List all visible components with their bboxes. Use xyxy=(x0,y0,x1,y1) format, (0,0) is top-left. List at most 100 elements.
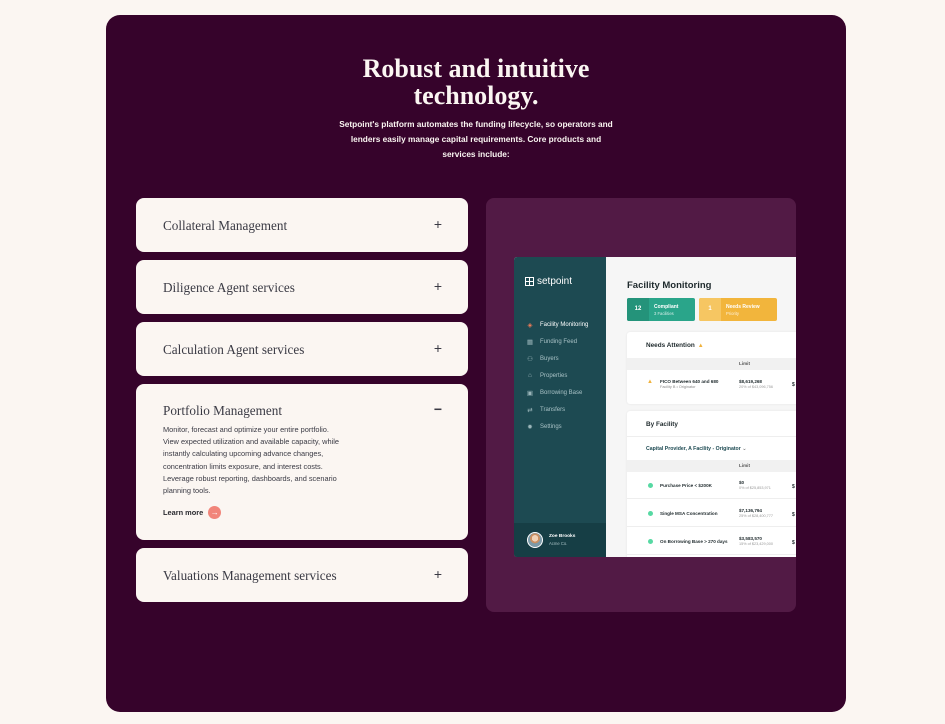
row-name: FICO Between 640 and 680 Facility B • Ori… xyxy=(660,379,718,389)
app-sidebar: setpoint ◈ Facility Monitoring ▦ Funding… xyxy=(514,257,606,557)
row-sub: Facility B • Originator xyxy=(660,385,696,389)
by-facility-title: By Facility xyxy=(646,421,678,428)
accordion-title: Portfolio Management xyxy=(163,403,283,418)
accordion-valuations-management[interactable]: Valuations Management services + xyxy=(136,548,468,602)
divider xyxy=(627,436,796,437)
nav-item-transfers[interactable]: ⇄ Transfers xyxy=(526,401,588,418)
home-icon: ⌂ xyxy=(528,372,532,379)
chevron-down-icon: ⌄ xyxy=(742,446,747,452)
column-limit: Limit xyxy=(739,463,750,468)
card-heading: Needs Attention ▲ xyxy=(646,342,704,349)
limit-value: $8,619,268 xyxy=(739,379,762,384)
truncated-value: $ xyxy=(792,484,795,490)
limit-value: $3,583,570 xyxy=(739,536,762,541)
app-mockup: setpoint ◈ Facility Monitoring ▦ Funding… xyxy=(514,257,796,557)
table-row[interactable]: ▲ FICO Between 640 and 680 Facility B • O… xyxy=(627,372,796,398)
row-label: FICO Between 640 and 680 xyxy=(660,379,719,384)
row-name: On Borrowing Base > 270 days xyxy=(660,539,728,544)
limit-value: $7,136,794 xyxy=(739,508,762,513)
title-line-1: Robust and intuitive xyxy=(362,54,590,83)
expand-icon[interactable]: + xyxy=(430,214,446,234)
needs-review-badge[interactable]: 1 Needs Review Priority xyxy=(699,298,777,321)
nav-item-properties[interactable]: ⌂ Properties xyxy=(526,367,588,384)
nav-label: Buyers xyxy=(540,355,559,362)
expand-icon[interactable]: + xyxy=(430,338,446,358)
row-value: $8,619,268 20% of $43,096,756 xyxy=(739,379,773,389)
truncated-value: $ xyxy=(792,382,795,388)
needs-attention-card: Needs Attention ▲ Limit ▲ FICO Between 64… xyxy=(627,332,796,404)
status-dot-icon xyxy=(648,483,653,488)
setpoint-logo-icon xyxy=(525,277,534,286)
arrow-right-icon: → xyxy=(208,506,222,519)
nav-label: Properties xyxy=(540,372,568,379)
gear-icon: ✹ xyxy=(527,423,533,431)
accordion-title: Calculation Agent services xyxy=(163,342,305,357)
table-row[interactable]: On Borrowing Base > 270 days $3,583,570 1… xyxy=(627,529,796,555)
product-screenshot-frame: setpoint ◈ Facility Monitoring ▦ Funding… xyxy=(486,198,796,612)
accordion-collateral-management[interactable]: Collateral Management + xyxy=(136,198,468,252)
nav-item-borrowing-base[interactable]: ▣ Borrowing Base xyxy=(526,384,588,401)
app-nav: ◈ Facility Monitoring ▦ Funding Feed ⚇ B… xyxy=(526,316,588,435)
accordion-calculation-agent[interactable]: Calculation Agent services + xyxy=(136,322,468,376)
row-value: $0 0% of $25,853,971 xyxy=(739,480,771,490)
compliant-sub: 3 Facilities xyxy=(654,310,674,316)
compliant-badge[interactable]: 12 Compliant 3 Facilities xyxy=(627,298,695,321)
row-name: Single MSA Concentration xyxy=(660,511,718,516)
facility-dropdown[interactable]: Capital Provider, A Facility - Originato… xyxy=(646,446,747,452)
learn-more-label: Learn more xyxy=(163,508,204,517)
app-logo: setpoint xyxy=(525,276,572,287)
transfer-icon: ⇄ xyxy=(527,406,533,414)
user-profile[interactable]: Zoe Brooks Acme Co. xyxy=(514,523,606,557)
accordion-diligence-agent[interactable]: Diligence Agent services + xyxy=(136,260,468,314)
expand-icon[interactable]: + xyxy=(430,564,446,584)
nav-label: Facility Monitoring xyxy=(540,321,589,328)
status-dot-icon xyxy=(648,511,653,516)
accordion-title: Collateral Management xyxy=(163,218,288,233)
nav-label: Funding Feed xyxy=(540,338,578,345)
nav-item-buyers[interactable]: ⚇ Buyers xyxy=(526,350,588,367)
collapse-icon[interactable]: − xyxy=(430,399,446,419)
app-main: Facility Monitoring 12 Compliant 3 Facili… xyxy=(606,257,796,557)
review-label: Needs Review xyxy=(726,303,760,310)
row-name: Purchase Price < $200K xyxy=(660,483,712,488)
users-icon: ⚇ xyxy=(527,355,533,363)
limit-sub: 0% of $25,853,971 xyxy=(739,486,771,490)
nav-item-funding-feed[interactable]: ▦ Funding Feed xyxy=(526,333,588,350)
learn-more-link[interactable]: Learn more → xyxy=(163,506,222,519)
table-row[interactable]: Single MSA Concentration $7,136,794 25% o… xyxy=(627,501,796,527)
grid-icon: ▦ xyxy=(526,338,534,346)
title-line-2: technology. xyxy=(413,81,539,110)
accordion-portfolio-management[interactable]: Portfolio Management − Monitor, forecast… xyxy=(136,384,468,540)
by-facility-card: By Facility Capital Provider, A Facility… xyxy=(627,411,796,557)
limit-sub: 20% of $43,096,756 xyxy=(739,385,773,389)
user-org: Acme Co. xyxy=(549,541,568,546)
table-header: Limit xyxy=(627,358,796,370)
accordion-body: Monitor, forecast and optimize your enti… xyxy=(163,425,339,496)
warning-icon: ▲ xyxy=(697,343,704,349)
table-row[interactable]: Purchase Price < $200K $0 0% of $25,853,9… xyxy=(627,473,796,499)
review-count: 1 xyxy=(699,298,721,321)
nav-label: Borrowing Base xyxy=(540,389,583,396)
column-limit: Limit xyxy=(739,361,750,366)
expand-icon[interactable]: + xyxy=(430,276,446,296)
row-value: $3,583,570 15% of $23,429,000 xyxy=(739,536,773,546)
truncated-value: $ xyxy=(792,512,795,518)
database-icon: ▣ xyxy=(526,389,534,397)
nav-item-settings[interactable]: ✹ Settings xyxy=(526,418,588,435)
logo-text: setpoint xyxy=(537,276,573,287)
needs-attention-title: Needs Attention xyxy=(646,342,695,349)
chart-icon: ◈ xyxy=(527,321,533,329)
status-dot-icon xyxy=(648,539,653,544)
limit-sub: 25% of $28,400,777 xyxy=(739,514,773,518)
avatar xyxy=(527,532,543,548)
nav-label: Transfers xyxy=(540,406,566,413)
dropdown-value: Capital Provider, A Facility - Originato… xyxy=(646,446,741,452)
table-header: Limit xyxy=(627,460,796,472)
page-title: Facility Monitoring xyxy=(627,280,712,291)
section-title: Robust and intuitive technology. xyxy=(106,55,846,109)
row-value: $7,136,794 25% of $28,400,777 xyxy=(739,508,773,518)
compliant-count: 12 xyxy=(627,298,649,321)
user-name: Zoe Brooks xyxy=(549,534,576,539)
nav-label: Settings xyxy=(540,423,562,430)
nav-item-facility-monitoring[interactable]: ◈ Facility Monitoring xyxy=(526,316,589,333)
